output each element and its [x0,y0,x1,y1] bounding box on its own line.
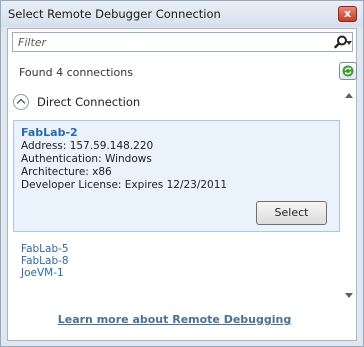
connection-architecture: Architecture: x86 [21,166,112,178]
select-button[interactable]: Select [256,201,327,225]
learn-more-link[interactable]: Learn more about Remote Debugging [8,313,341,326]
connections-count: Found 4 connections [19,66,133,79]
connection-license: Developer License: Expires 12/23/2011 [21,179,228,191]
filter-input[interactable] [13,33,313,51]
list-item[interactable]: FabLab-5 [21,243,69,255]
connection-authentication: Authentication: Windows [21,153,152,165]
close-icon: x [343,7,352,20]
group-label: Direct Connection [37,95,141,109]
title-bar[interactable]: Select Remote Debugger Connection x [1,1,363,27]
vertical-scrollbar[interactable] [341,87,356,307]
filter-dropdown-icon[interactable] [346,41,352,45]
refresh-button[interactable] [339,62,357,80]
dialog-content: Found 4 connections Direct Connection Fa… [7,28,357,341]
selected-connection-card[interactable]: FabLab-2 Address: 157.59.148.220 Authent… [13,120,340,232]
connection-name: FabLab-2 [21,126,78,139]
connections-list: Direct Connection FabLab-2 Address: 157.… [8,87,341,307]
group-header-direct-connection[interactable]: Direct Connection [13,93,213,113]
connection-address: Address: 157.59.148.220 [21,140,154,152]
close-button[interactable]: x [338,6,357,22]
list-item[interactable]: FabLab-8 [21,255,69,267]
filter-box [12,32,353,52]
scroll-down-arrow-icon[interactable] [345,293,353,298]
list-item[interactable]: JoeVM-1 [21,267,64,279]
scroll-up-arrow-icon[interactable] [345,93,353,98]
collapse-icon[interactable] [13,94,29,110]
window-title: Select Remote Debugger Connection [8,7,221,21]
dialog-window: Select Remote Debugger Connection x Foun… [0,0,364,347]
refresh-icon [342,65,354,77]
